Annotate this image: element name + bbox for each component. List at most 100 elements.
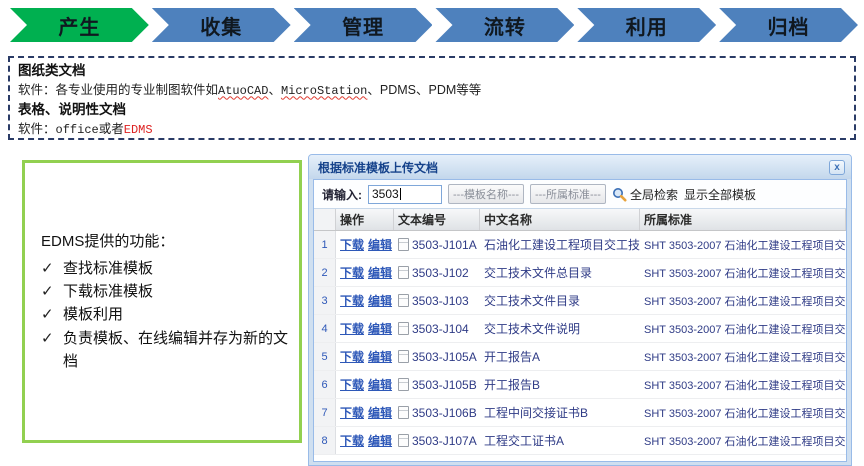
- magnifier-icon: [612, 187, 627, 202]
- search-toolbar: 请输入: 3503 ---模板名称--- ---所属标准--- 全局检索 显示全…: [314, 180, 846, 209]
- flow-step-archive: 归档: [719, 8, 858, 42]
- download-link[interactable]: 下载: [340, 264, 364, 281]
- list-item: ✓负责模板、在线编辑并存为新的文档: [41, 327, 289, 374]
- search-input-value: 3503: [372, 187, 399, 201]
- note-heading-drawings: 图纸类文档: [18, 61, 846, 81]
- doc-name: 石油化工建设工程项目交工技术文件封面A: [484, 236, 640, 253]
- doc-code: 3503-J101A: [412, 238, 477, 252]
- row-number-header: [314, 209, 336, 230]
- document-icon: [398, 406, 409, 419]
- edit-link[interactable]: 编辑: [368, 236, 392, 253]
- note-term-office: office: [56, 123, 99, 137]
- download-link[interactable]: 下载: [340, 432, 364, 449]
- row-number: 8: [314, 427, 336, 454]
- download-link[interactable]: 下载: [340, 292, 364, 309]
- global-search-label: 全局检索: [630, 186, 678, 203]
- edit-link[interactable]: 编辑: [368, 376, 392, 393]
- row-number: 1: [314, 231, 336, 258]
- note-text: 、: [268, 83, 281, 97]
- text-cursor: [400, 188, 401, 200]
- features-title: EDMS提供的功能：: [41, 230, 289, 251]
- feature-text: 查找标准模板: [63, 257, 153, 280]
- doc-name: 工程中间交接证书B: [484, 404, 588, 421]
- table-row: 2 下载编辑 3503-J102 交工技术文件总目录 SHT 3503-2007…: [314, 259, 846, 287]
- doc-code: 3503-J103: [412, 294, 469, 308]
- table-header: 操作 文本编号 中文名称 所属标准: [314, 209, 846, 231]
- doc-name: 开工报告B: [484, 376, 540, 393]
- features-list: ✓查找标准模板 ✓下载标准模板 ✓模板利用 ✓负责模板、在线编辑并存为新的文档: [41, 257, 289, 373]
- upload-template-window: 根据标准模板上传文档 x 请输入: 3503 ---模板名称--- ---所属标…: [308, 154, 852, 466]
- close-icon[interactable]: x: [829, 160, 845, 175]
- table-row: 8 下载编辑 3503-J107A 工程交工证书A SHT 3503-2007 …: [314, 427, 846, 455]
- show-all-templates-button[interactable]: 显示全部模板: [684, 186, 756, 203]
- template-name-dropdown[interactable]: ---模板名称---: [448, 184, 524, 204]
- document-icon: [398, 294, 409, 307]
- feature-text: 负责模板、在线编辑并存为新的文档: [63, 327, 289, 374]
- document-icon: [398, 238, 409, 251]
- edit-link[interactable]: 编辑: [368, 264, 392, 281]
- row-number: 6: [314, 371, 336, 398]
- edit-link[interactable]: 编辑: [368, 432, 392, 449]
- edit-link[interactable]: 编辑: [368, 292, 392, 309]
- download-link[interactable]: 下载: [340, 404, 364, 421]
- download-link[interactable]: 下载: [340, 236, 364, 253]
- search-input[interactable]: 3503: [368, 185, 442, 204]
- note-heading-tables: 表格、说明性文档: [18, 100, 846, 120]
- slide: 产生 收集 管理 流转 利用 归档 图纸类文档 软件：各专业使用的专业制图软件如…: [0, 0, 864, 466]
- document-icon: [398, 378, 409, 391]
- edit-link[interactable]: 编辑: [368, 404, 392, 421]
- checkmark-icon: ✓: [41, 257, 63, 280]
- row-number: 4: [314, 315, 336, 342]
- edit-link[interactable]: 编辑: [368, 320, 392, 337]
- note-term-atuocad: AtuoCAD: [218, 84, 268, 98]
- row-number: 7: [314, 399, 336, 426]
- table-row: 1 下载编辑 3503-J101A 石油化工建设工程项目交工技术文件封面A SH…: [314, 231, 846, 259]
- list-item: ✓下载标准模板: [41, 280, 289, 303]
- flow-step-produce: 产生: [10, 8, 149, 42]
- note-term-microstation: MicroStation: [281, 84, 367, 98]
- document-icon: [398, 434, 409, 447]
- doc-code: 3503-J106B: [412, 406, 477, 420]
- list-item: ✓模板利用: [41, 303, 289, 326]
- table-row: 5 下载编辑 3503-J105A 开工报告A SHT 3503-2007 石油…: [314, 343, 846, 371]
- feature-text: 下载标准模板: [63, 280, 153, 303]
- doc-name: 交工技术文件目录: [484, 292, 580, 309]
- window-titlebar[interactable]: 根据标准模板上传文档 x: [309, 155, 851, 179]
- doc-code: 3503-J105B: [412, 378, 477, 392]
- row-number: 3: [314, 287, 336, 314]
- standard-dropdown[interactable]: ---所属标准---: [530, 184, 606, 204]
- flow-step-flow: 流转: [435, 8, 574, 42]
- col-header-standard: 所属标准: [640, 209, 846, 230]
- doc-standard: SHT 3503-2007 石油化工建设工程项目交工...: [644, 349, 846, 365]
- document-icon: [398, 266, 409, 279]
- download-link[interactable]: 下载: [340, 348, 364, 365]
- doc-standard: SHT 3503-2007 石油化工建设工程项目交工...: [644, 237, 846, 253]
- doc-types-note: 图纸类文档 软件：各专业使用的专业制图软件如AtuoCAD、MicroStati…: [8, 56, 856, 140]
- doc-code: 3503-J104: [412, 322, 469, 336]
- flow-step-manage: 管理: [294, 8, 433, 42]
- download-link[interactable]: 下载: [340, 320, 364, 337]
- flow-step-collect: 收集: [152, 8, 291, 42]
- note-line-office-software: 软件：office或者EDMS: [18, 120, 846, 139]
- doc-name: 开工报告A: [484, 348, 540, 365]
- doc-code: 3503-J107A: [412, 434, 477, 448]
- col-header-code: 文本编号: [394, 209, 480, 230]
- doc-code: 3503-J105A: [412, 350, 477, 364]
- doc-code: 3503-J102: [412, 266, 469, 280]
- doc-name: 工程交工证书A: [484, 432, 564, 449]
- flow-step-use: 利用: [577, 8, 716, 42]
- global-search-button[interactable]: 全局检索: [612, 186, 678, 203]
- doc-name: 交工技术文件总目录: [484, 264, 592, 281]
- note-text: 软件：各专业使用的专业制图软件如: [18, 83, 218, 97]
- checkmark-icon: ✓: [41, 327, 63, 374]
- doc-standard: SHT 3503-2007 石油化工建设工程项目交工...: [644, 405, 846, 421]
- note-text: 、PDMS、PDM等等: [367, 83, 481, 97]
- download-link[interactable]: 下载: [340, 376, 364, 393]
- window-body: 请输入: 3503 ---模板名称--- ---所属标准--- 全局检索 显示全…: [313, 179, 847, 462]
- doc-standard: SHT 3503-2007 石油化工建设工程项目交工...: [644, 377, 846, 393]
- feature-text: 模板利用: [63, 303, 123, 326]
- table-row: 4 下载编辑 3503-J104 交工技术文件说明 SHT 3503-2007 …: [314, 315, 846, 343]
- edit-link[interactable]: 编辑: [368, 348, 392, 365]
- row-number: 2: [314, 259, 336, 286]
- document-icon: [398, 322, 409, 335]
